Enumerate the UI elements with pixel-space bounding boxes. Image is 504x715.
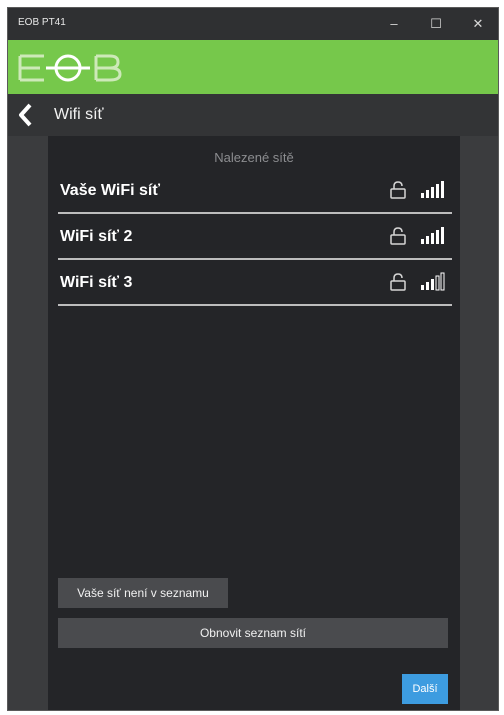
navigation-bar: Wifi síť xyxy=(8,94,498,136)
title-bar: EOB PT41 – ☐ ✕ xyxy=(8,8,498,40)
minimize-icon[interactable]: – xyxy=(380,14,408,34)
signal-strength-icon xyxy=(420,225,446,250)
back-arrow-icon[interactable] xyxy=(16,102,40,128)
lock-icon xyxy=(390,181,406,204)
lock-icon xyxy=(390,273,406,296)
page-title: Wifi síť xyxy=(54,106,104,123)
maximize-icon[interactable]: ☐ xyxy=(422,14,450,34)
network-item[interactable]: WiFi síť 2 xyxy=(58,216,452,260)
eob-logo xyxy=(16,50,126,91)
app-window: EOB PT41 – ☐ ✕ Wifi síť Nalezené sítě Va… xyxy=(8,8,498,710)
signal-strength-icon xyxy=(420,179,446,204)
network-not-listed-button[interactable]: Vaše síť není v seznamu xyxy=(58,578,228,608)
found-networks-heading: Nalezené sítě xyxy=(214,150,294,165)
next-button[interactable]: Další xyxy=(402,674,448,704)
brand-bar xyxy=(8,40,498,94)
network-item[interactable]: Vaše WiFi síť xyxy=(58,170,452,214)
refresh-networks-button[interactable]: Obnovit seznam sítí xyxy=(58,618,448,648)
lock-icon xyxy=(390,227,406,250)
close-icon[interactable]: ✕ xyxy=(464,14,492,34)
network-name: Vaše WiFi síť xyxy=(60,182,161,199)
signal-strength-icon xyxy=(420,271,446,296)
window-title: EOB PT41 xyxy=(18,17,66,28)
network-list: Vaše WiFi síť WiFi síť 2 WiFi síť 3 xyxy=(58,170,452,308)
network-name: WiFi síť 2 xyxy=(60,228,133,245)
network-name: WiFi síť 3 xyxy=(60,274,133,291)
network-item[interactable]: WiFi síť 3 xyxy=(58,262,452,306)
network-panel: Nalezené sítě Vaše WiFi síť WiFi síť 2 W… xyxy=(48,136,460,710)
